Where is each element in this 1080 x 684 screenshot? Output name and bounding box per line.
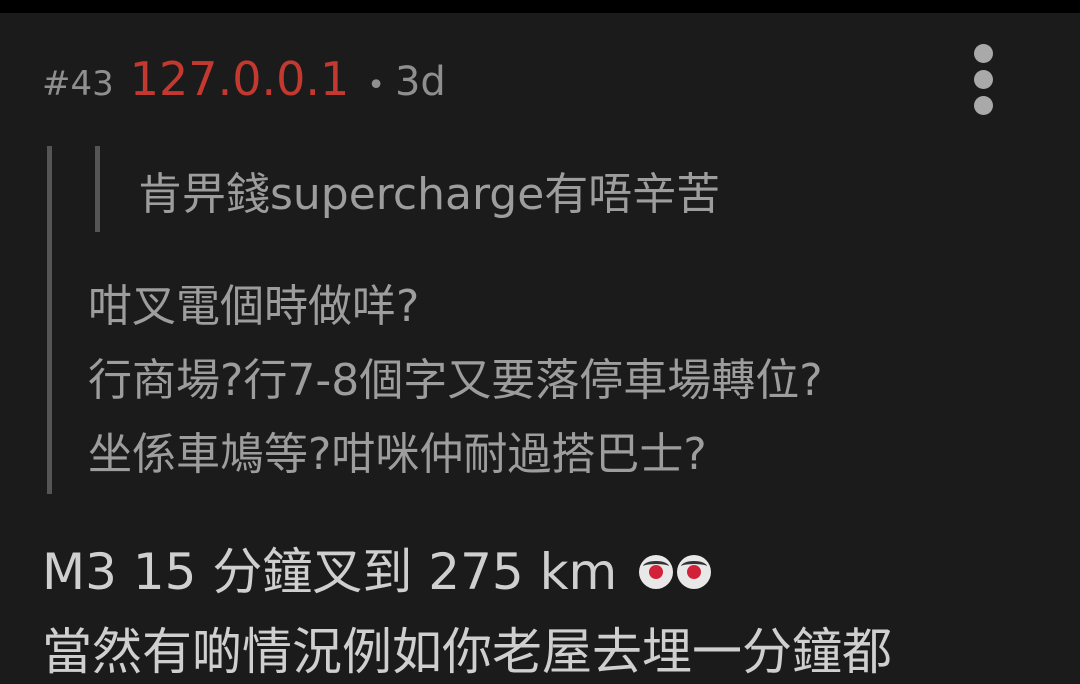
quote-line: 咁叉電個時做咩? [88,281,420,332]
more-dot [974,44,993,63]
more-dot [974,70,993,89]
post-age: 3d [394,59,446,105]
quote-block: 咁叉電個時做咩? 行商場?行7-8個字又要落停車場轉位? 坐係車鳩等?咁咪仲耐過… [88,270,823,492]
quote-line: 坐係車鳩等?咁咪仲耐過搭巴士? [88,429,707,480]
quote-line: 行商場?行7-8個字又要落停車場轉位? [88,355,823,406]
reply-text: M3 15 分鐘叉到 275 km [42,543,618,601]
username-link[interactable]: 127.0.0.1 [130,52,349,106]
nested-quote-text: 肯畀錢supercharge有唔辛苦 [138,169,721,220]
quote-bar-inner [95,146,100,232]
reply-next-line: 當然有啲情況例如你老屋去埋一分鐘都 [42,623,892,681]
more-dot [974,96,993,115]
reply-body: M3 15 分鐘叉到 275 km [42,532,712,604]
more-options-icon[interactable] [960,40,1006,120]
top-bar [0,0,1080,13]
quote-bar-outer [47,146,52,494]
floor-number: #43 [42,64,114,104]
clown-emoji-icon [677,555,712,589]
clown-emoji-icon [639,555,674,589]
separator-dot: • [367,68,385,103]
post-header: #43 127.0.0.1 • 3d [42,52,446,108]
